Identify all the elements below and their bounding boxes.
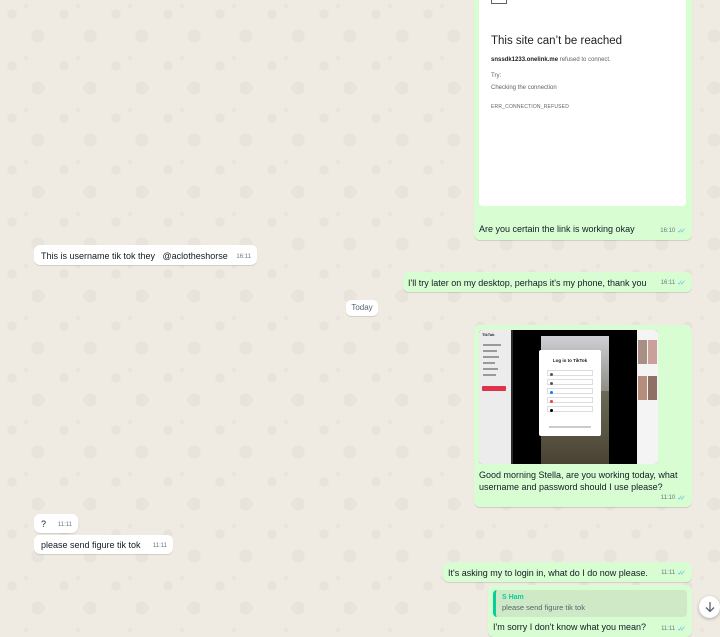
message-text: please send figure tik tok	[41, 540, 141, 550]
message-time: 11:11	[661, 570, 676, 577]
message-caption: Good morning Stella, are you working tod…	[479, 470, 678, 493]
date-separator: Today	[346, 300, 378, 316]
quoted-text: please send figure tik tok	[502, 603, 585, 613]
error-code: ERR_CONNECTION_REFUSED	[491, 104, 570, 110]
message-text: This is username tik tok they @aclothesh…	[41, 251, 228, 261]
message-time: 11:11	[57, 521, 72, 528]
message-meta: 16:10 ✓✓	[660, 227, 686, 236]
tiktok-screenshot-image[interactable]: TikTok Log in to TikTok	[479, 330, 658, 464]
message-time: 11:11	[152, 542, 167, 549]
message-text: I'm sorry I don't know what you mean?	[493, 622, 647, 632]
message-meta: 16:11	[236, 253, 251, 261]
tiktok-right-panel	[637, 330, 658, 464]
message-incoming[interactable]: ? 11:11	[34, 514, 78, 533]
quoted-author: S Ham	[502, 594, 524, 601]
message-outgoing-image[interactable]: This site can’t be reached snssdk1233.on…	[474, 0, 692, 240]
error-desc-rest: refused to connect.	[558, 57, 611, 63]
message-time: 16:10	[660, 228, 676, 235]
tiktok-sidebar: TikTok	[479, 330, 511, 464]
message-outgoing-image[interactable]: TikTok Log in to TikTok Good morning Ste…	[474, 325, 692, 507]
message-outgoing[interactable]: It's asking my to login in, what do I do…	[443, 562, 692, 582]
double-check-icon: ✓✓	[677, 569, 686, 577]
message-outgoing[interactable]: I'll try later on my desktop, perhaps it…	[403, 272, 692, 292]
error-screenshot-image[interactable]: This site can’t be reached snssdk1233.on…	[479, 0, 686, 206]
arrow-down-icon	[705, 602, 714, 613]
message-meta: 11:11	[58, 521, 72, 529]
message-caption: Are you certain the link is working okay	[479, 224, 635, 234]
message-time: 16:11	[660, 280, 676, 287]
message-meta: 11:11 ✓✓	[661, 569, 686, 578]
quoted-message[interactable]: S Ham please send figure tik tok	[493, 590, 687, 617]
error-title: This site can’t be reached	[491, 35, 623, 47]
double-check-icon: ✓✓	[677, 625, 686, 633]
double-check-icon: ✓✓	[677, 227, 686, 235]
double-check-icon: ✓✓	[677, 494, 686, 502]
error-description: snssdk1233.onelink.me refused to connect…	[491, 56, 611, 64]
message-outgoing-reply[interactable]: S Ham please send figure tik tok I'm sor…	[488, 585, 692, 637]
error-try-label: Try:	[491, 73, 502, 79]
message-text: It's asking my to login in, what do I do…	[448, 568, 648, 578]
message-meta: 11:10 ✓✓	[661, 494, 686, 503]
message-meta: 11:11 ✓✓	[661, 625, 686, 634]
error-suggestion: Checking the connection	[491, 85, 557, 91]
error-host: snssdk1233.onelink.me	[491, 57, 559, 63]
double-check-icon: ✓✓	[677, 279, 686, 287]
tiktok-logo: TikTok	[482, 332, 495, 337]
tiktok-modal-title: Log in to TikTok	[552, 358, 588, 363]
broken-page-icon	[491, 0, 507, 4]
tiktok-login-modal: Log in to TikTok	[539, 350, 601, 436]
message-incoming[interactable]: This is username tik tok they @aclothesh…	[34, 245, 257, 265]
message-meta: 11:11	[153, 542, 167, 550]
message-text: I'll try later on my desktop, perhaps it…	[408, 278, 647, 288]
message-text: ?	[41, 519, 47, 529]
message-time: 16:11	[236, 253, 251, 260]
scroll-to-bottom-button[interactable]	[699, 596, 720, 618]
tiktok-login-button	[482, 386, 506, 391]
message-time: 11:10	[660, 495, 676, 502]
message-meta: 16:11 ✓✓	[661, 279, 686, 288]
message-time: 11:11	[661, 626, 676, 633]
message-incoming[interactable]: please send figure tik tok 11:11	[34, 535, 173, 554]
